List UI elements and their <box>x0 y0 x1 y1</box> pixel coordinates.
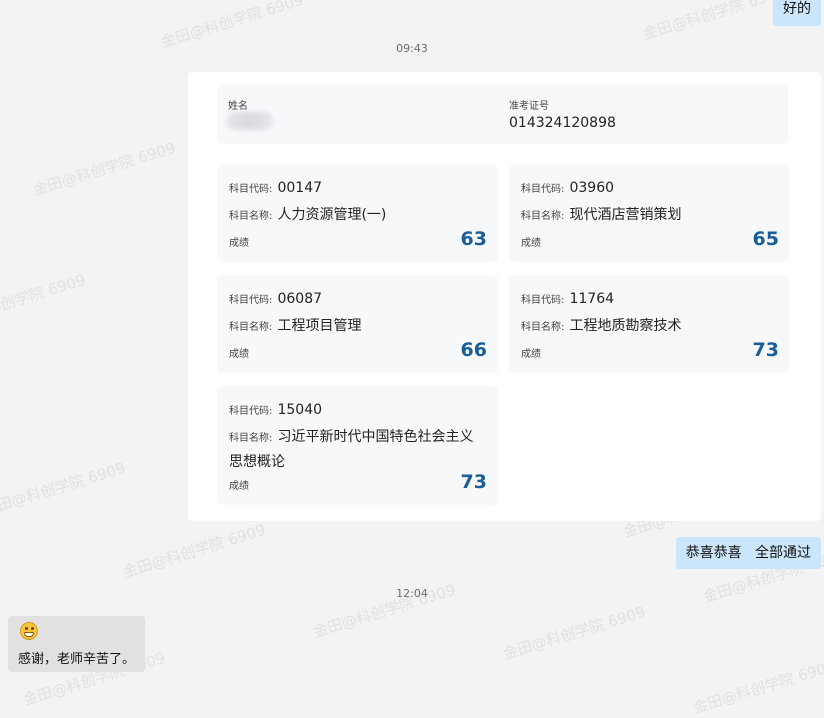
incoming-message-bubble[interactable]: 感谢，老师辛苦了。 <box>8 616 145 672</box>
subject-name-label: 科目名称: <box>521 322 565 333</box>
message-text: 感谢，老师辛苦了。 <box>18 652 136 667</box>
watermark: 金田@科创学院 6909 <box>0 458 128 520</box>
score-value: 73 <box>460 471 487 493</box>
watermark: 金田@科创学院 6909 <box>0 270 88 332</box>
subject-name: 现代酒店营销策划 <box>569 207 682 223</box>
timestamp: 09:43 <box>396 42 428 55</box>
subject-code-label: 科目代码: <box>229 184 273 195</box>
score-label: 成绩 <box>229 238 249 249</box>
subject-code: 00147 <box>277 180 323 196</box>
name-label: 姓名 <box>228 101 248 112</box>
message-text: 好的 <box>783 1 811 17</box>
exam-result-card[interactable]: 姓名 准考证号 014324120898 科目代码: 00147 科目名称: 人… <box>188 72 821 521</box>
subject-code: 15040 <box>277 402 323 418</box>
subject-code-label: 科目代码: <box>229 295 273 306</box>
subject-code: 11764 <box>569 291 615 307</box>
subject-code-label: 科目代码: <box>521 184 565 195</box>
score-value: 73 <box>752 339 779 361</box>
subject-name-label: 科目名称: <box>229 322 273 333</box>
subject-code-label: 科目代码: <box>229 406 273 417</box>
score-label: 成绩 <box>229 481 249 492</box>
outgoing-message-bubble[interactable]: 好的 <box>773 0 821 26</box>
subject-card: 科目代码: 06087 科目名称: 工程项目管理 成绩 66 <box>217 275 498 373</box>
score-label: 成绩 <box>521 349 541 360</box>
watermark: 金田@科创学院 6909 <box>500 602 648 664</box>
score-value: 66 <box>460 339 487 361</box>
subject-name-label: 科目名称: <box>229 433 273 444</box>
subject-card: 科目代码: 00147 科目名称: 人力资源管理(一) 成绩 63 <box>217 164 498 262</box>
subject-name: 工程项目管理 <box>277 318 362 334</box>
score-value: 65 <box>752 228 779 250</box>
subject-code-label: 科目代码: <box>521 295 565 306</box>
subject-name-label: 科目名称: <box>521 211 565 222</box>
score-value: 63 <box>460 228 487 250</box>
subject-name: 人力资源管理(一) <box>277 207 387 223</box>
blurred-name <box>227 112 273 130</box>
watermark: 金田@科创学院 6909 <box>690 656 824 718</box>
ticket-number: 014324120898 <box>509 115 616 131</box>
subject-card: 科目代码: 11764 科目名称: 工程地质勘察技术 成绩 73 <box>509 275 790 373</box>
watermark: 金田@科创学院 6909 <box>120 520 268 582</box>
subject-code: 06087 <box>277 291 323 307</box>
subject-code: 03960 <box>569 180 615 196</box>
score-label: 成绩 <box>229 349 249 360</box>
subject-card: 科目代码: 03960 科目名称: 现代酒店营销策划 成绩 65 <box>509 164 790 262</box>
subject-name-label: 科目名称: <box>229 211 273 222</box>
candidate-info: 姓名 准考证号 014324120898 <box>217 84 788 144</box>
watermark: 金田@科创学院 6909 <box>30 138 178 200</box>
watermark: 金田@科创学院 6909 <box>640 0 788 44</box>
subject-card: 科目代码: 15040 科目名称: 习近平新时代中国特色社会主义思想概论 成绩 … <box>217 386 498 505</box>
outgoing-message-bubble[interactable]: 恭喜恭喜 全部通过 <box>675 537 821 569</box>
message-text: 恭喜恭喜 全部通过 <box>685 545 811 561</box>
subject-name: 工程地质勘察技术 <box>569 318 682 334</box>
grinning-face-icon <box>20 622 38 640</box>
score-label: 成绩 <box>521 238 541 249</box>
ticket-label: 准考证号 <box>509 101 549 112</box>
timestamp: 12:04 <box>396 587 428 600</box>
